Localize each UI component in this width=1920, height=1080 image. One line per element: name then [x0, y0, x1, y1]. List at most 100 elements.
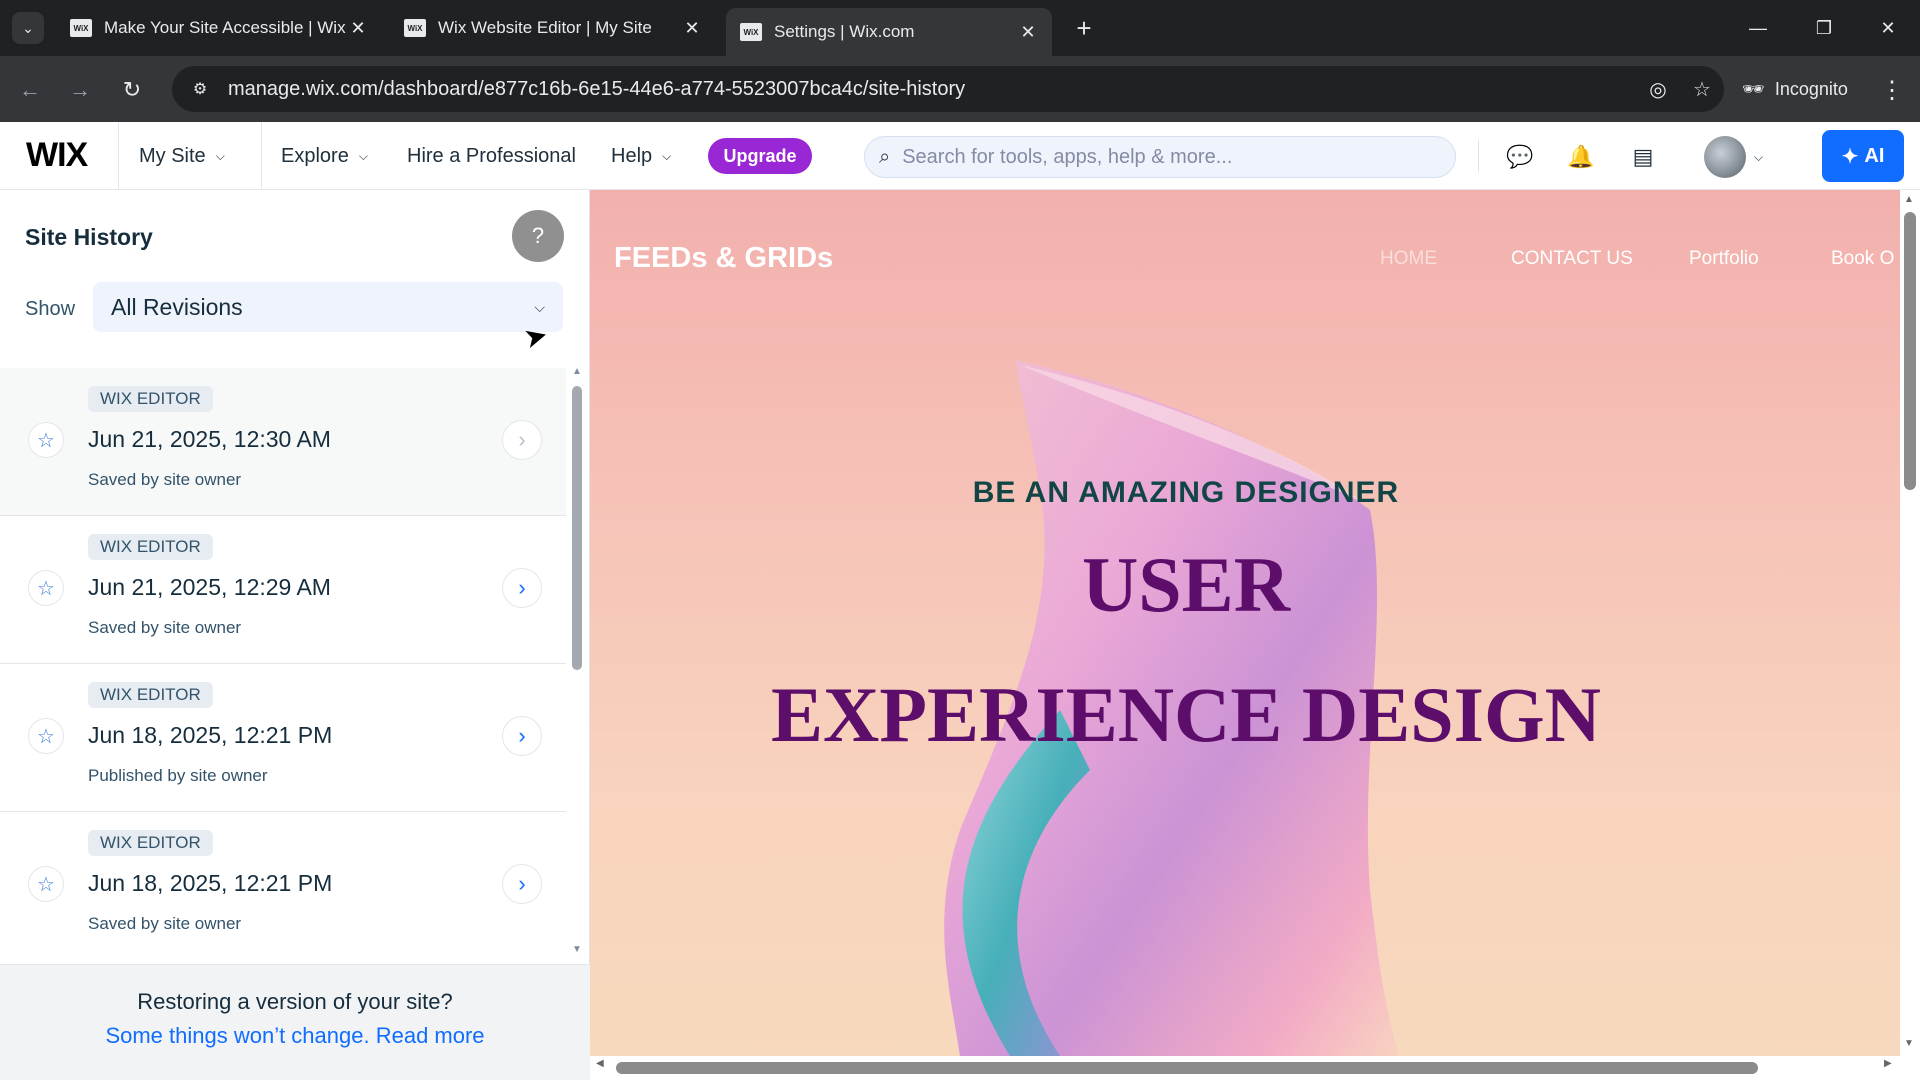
- explore-label: Explore: [281, 144, 349, 167]
- chevron-down-icon: ⌵: [534, 298, 545, 315]
- help-question-icon[interactable]: ?: [512, 210, 564, 262]
- chevron-right-icon[interactable]: ›: [502, 716, 542, 756]
- revision-author: Saved by site owner: [88, 470, 242, 489]
- my-site-label: My Site: [139, 144, 206, 167]
- address-bar[interactable]: ⚙ manage.wix.com/dashboard/e877c16b-6e15…: [172, 66, 1724, 112]
- chevron-right-icon[interactable]: ›: [502, 864, 542, 904]
- explore-menu[interactable]: Explore ⌵: [281, 122, 368, 190]
- revision-item[interactable]: ☆ WIX EDITOR Jun 18, 2025, 12:21 PM Save…: [0, 812, 566, 950]
- site-nav-book[interactable]: Book O: [1831, 248, 1894, 270]
- hero-tagline: BE AN AMAZING DESIGNER: [972, 476, 1400, 509]
- revision-date: Jun 18, 2025, 12:21 PM: [88, 870, 333, 896]
- star-icon[interactable]: ☆: [28, 866, 64, 902]
- revision-list[interactable]: ☆ WIX EDITOR Jun 21, 2025, 12:30 AM Save…: [0, 368, 566, 950]
- chevron-right-icon[interactable]: ›: [502, 420, 542, 460]
- site-nav-contact[interactable]: CONTACT US: [1511, 248, 1633, 270]
- close-icon[interactable]: ✕: [682, 18, 702, 39]
- new-tab-plus-icon[interactable]: +: [1068, 12, 1100, 44]
- chevron-down-icon: ⌵: [215, 148, 225, 163]
- incognito-label: Incognito: [1774, 78, 1848, 99]
- my-site-menu[interactable]: My Site ⌵: [118, 122, 262, 190]
- scroll-up-arrow-icon[interactable]: ▲: [572, 366, 582, 377]
- revision-author: Saved by site owner: [88, 914, 242, 933]
- revision-badge: WIX EDITOR: [88, 386, 213, 412]
- read-more-link[interactable]: Some things won’t change. Read more: [0, 1023, 590, 1049]
- window-close-icon[interactable]: ✕: [1866, 10, 1910, 46]
- url-text[interactable]: manage.wix.com/dashboard/e877c16b-6e15-4…: [220, 78, 1636, 101]
- messages-icon[interactable]: 💬: [1502, 140, 1538, 174]
- preview-vertical-scroll-thumb[interactable]: [1904, 212, 1916, 490]
- chevron-down-icon[interactable]: ⌵: [1754, 142, 1763, 172]
- revision-list-scrollbar[interactable]: [572, 386, 582, 670]
- close-icon[interactable]: ✕: [1018, 22, 1038, 43]
- site-info-icon[interactable]: ⚙: [180, 79, 220, 99]
- scroll-right-arrow-icon[interactable]: ▶: [1884, 1058, 1892, 1069]
- revision-filter-dropdown[interactable]: All Revisions ⌵: [93, 282, 563, 332]
- revision-item[interactable]: ☆ WIX EDITOR Jun 18, 2025, 12:21 PM Publ…: [0, 664, 566, 812]
- dropdown-value: All Revisions: [111, 293, 243, 320]
- scroll-down-arrow-icon[interactable]: ▼: [572, 944, 582, 955]
- star-icon[interactable]: ☆: [28, 718, 64, 754]
- hire-label: Hire a Professional: [407, 144, 576, 167]
- scroll-left-arrow-icon[interactable]: ◀: [596, 1058, 604, 1069]
- help-menu[interactable]: Help ⌵: [611, 122, 671, 190]
- eye-off-icon[interactable]: ◎: [1636, 77, 1680, 102]
- wix-favicon-icon: WiX: [740, 23, 762, 41]
- star-icon[interactable]: ☆: [28, 422, 64, 458]
- show-label: Show: [25, 298, 76, 320]
- browser-tab-settings[interactable]: WiX Settings | Wix.com ✕: [726, 8, 1052, 56]
- wix-favicon-icon: WiX: [404, 19, 426, 37]
- site-nav-home[interactable]: HOME: [1380, 248, 1437, 270]
- wix-favicon-icon: WiX: [70, 19, 92, 37]
- back-arrow-icon[interactable]: ←: [12, 72, 48, 108]
- hero-heading-line1: USER: [1081, 541, 1291, 628]
- revision-date: Jun 21, 2025, 12:30 AM: [88, 426, 331, 452]
- revision-author: Published by site owner: [88, 766, 268, 785]
- panel-title: Site History: [25, 224, 153, 250]
- minimize-icon[interactable]: —: [1736, 10, 1780, 46]
- preview-horizontal-scroll-thumb[interactable]: [616, 1062, 1758, 1074]
- incognito-indicator[interactable]: 🕶 Incognito: [1730, 68, 1860, 110]
- upgrade-button[interactable]: Upgrade: [708, 138, 812, 174]
- incognito-icon: 🕶: [1742, 78, 1765, 99]
- revision-badge: WIX EDITOR: [88, 830, 213, 856]
- search-input[interactable]: [902, 145, 1455, 169]
- restore-icon[interactable]: ❐: [1802, 10, 1846, 46]
- scroll-down-arrow-icon[interactable]: ▼: [1904, 1038, 1914, 1049]
- reload-icon[interactable]: ↻: [114, 72, 150, 108]
- tab-title: Make Your Site Accessible | Wix: [104, 18, 346, 37]
- wix-logo[interactable]: WIX: [26, 136, 88, 175]
- revision-date: Jun 21, 2025, 12:29 AM: [88, 574, 331, 600]
- revision-badge: WIX EDITOR: [88, 682, 213, 708]
- header-divider: [1478, 140, 1479, 172]
- site-logo[interactable]: FEEDs & GRIDs: [614, 242, 833, 275]
- panel-footer: Restoring a version of your site? Some t…: [0, 964, 590, 1080]
- ai-assistant-button[interactable]: ✦ AI: [1822, 130, 1904, 182]
- hire-professional-link[interactable]: Hire a Professional: [407, 122, 576, 190]
- browser-tab-accessible[interactable]: WiX Make Your Site Accessible | Wix ✕: [56, 8, 382, 48]
- browser-tab-editor[interactable]: WiX Wix Website Editor | My Site ✕: [390, 8, 716, 48]
- scroll-up-arrow-icon[interactable]: ▲: [1904, 194, 1914, 205]
- help-label: Help: [611, 144, 653, 167]
- chevron-right-icon[interactable]: ›: [502, 568, 542, 608]
- search-box[interactable]: ⌕: [864, 136, 1456, 178]
- site-nav-portfolio[interactable]: Portfolio: [1689, 248, 1759, 270]
- star-icon[interactable]: ☆: [28, 570, 64, 606]
- revision-date: Jun 18, 2025, 12:21 PM: [88, 722, 333, 748]
- site-history-panel: Site History ? Show All Revisions ⌵ ➤ ☆ …: [0, 190, 590, 1080]
- bookmark-star-icon[interactable]: ☆: [1680, 77, 1724, 102]
- updates-news-icon[interactable]: ▤: [1625, 140, 1661, 174]
- forward-arrow-icon[interactable]: →: [62, 72, 98, 108]
- hero-heading-line2: EXPERIENCE DESIGN: [770, 671, 1601, 758]
- tab-title: Wix Website Editor | My Site: [438, 18, 652, 37]
- revision-item[interactable]: ☆ WIX EDITOR Jun 21, 2025, 12:29 AM Save…: [0, 516, 566, 664]
- site-preview[interactable]: FEEDs & GRIDs HOME CONTACT US Portfolio …: [590, 190, 1900, 1056]
- browser-menu-icon[interactable]: ⋮: [1876, 72, 1908, 108]
- wix-header: WIX My Site ⌵ Explore ⌵ Hire a Professio…: [0, 122, 1920, 190]
- footer-question: Restoring a version of your site?: [137, 989, 453, 1014]
- notifications-bell-icon[interactable]: 🔔: [1563, 140, 1599, 174]
- revision-item[interactable]: ☆ WIX EDITOR Jun 21, 2025, 12:30 AM Save…: [0, 368, 566, 516]
- tab-search-button[interactable]: ⌄: [12, 12, 44, 44]
- close-icon[interactable]: ✕: [348, 18, 368, 39]
- avatar[interactable]: [1704, 136, 1746, 178]
